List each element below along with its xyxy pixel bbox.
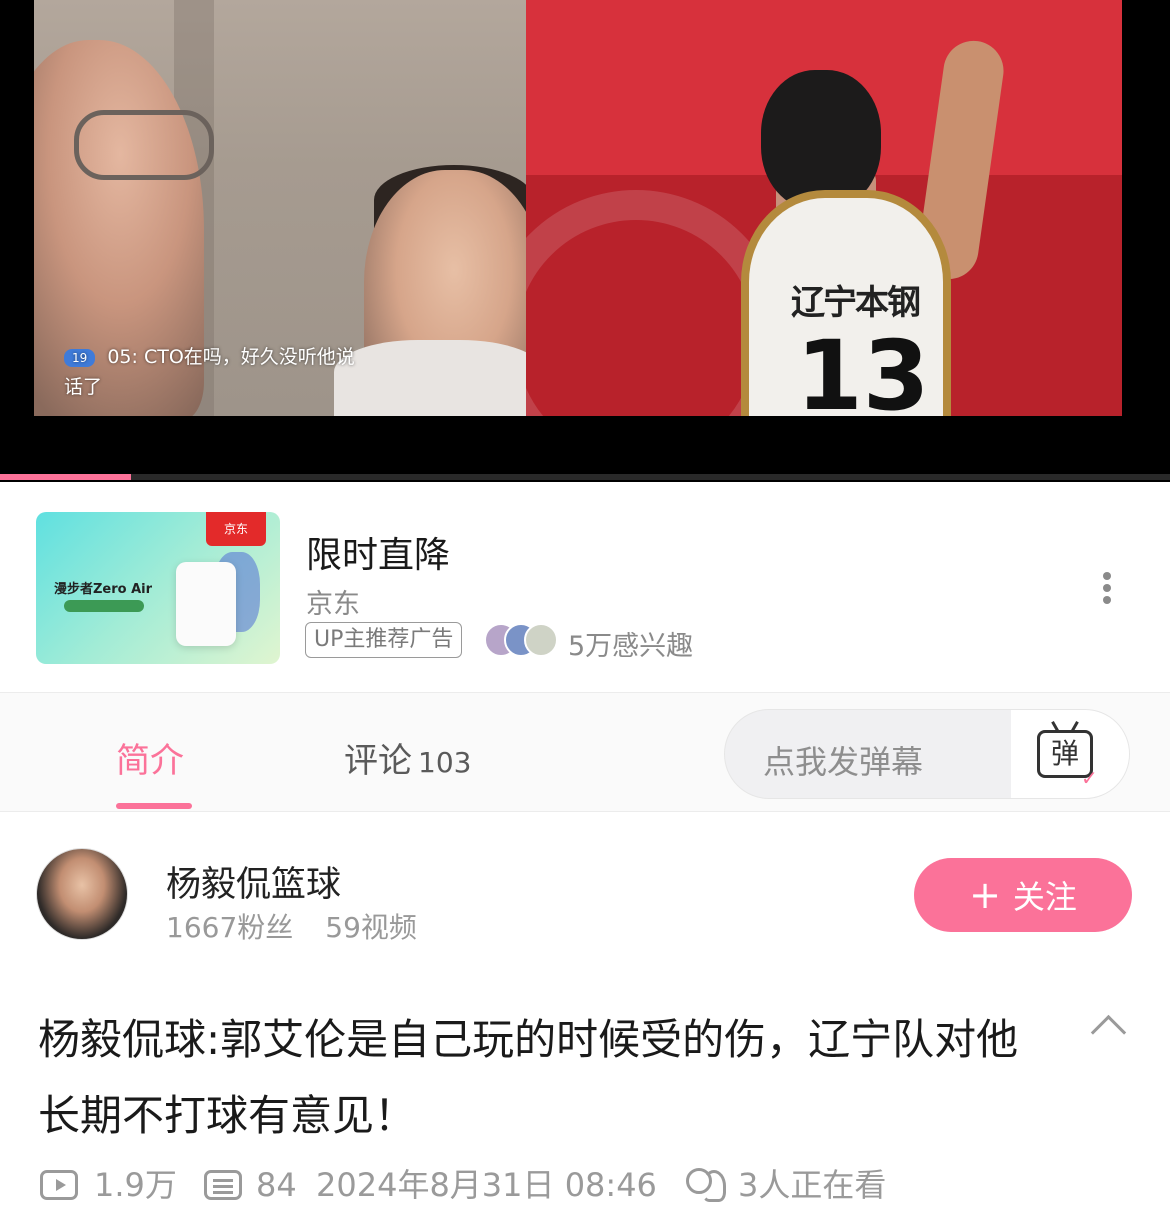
ad-thumb-product: 漫步者Zero Air — [54, 582, 153, 597]
danmu-user: 05: — [101, 346, 138, 368]
tab-active-indicator — [116, 803, 192, 809]
meta-fade-overlay — [880, 1150, 1170, 1214]
ad-interest-count: 5万感兴趣 — [568, 631, 694, 662]
danmu-text-line1: CTO在吗，好久没听他说 — [143, 346, 355, 368]
ad-interest-avatars — [484, 623, 560, 657]
chevron-up-icon[interactable] — [1088, 1012, 1128, 1042]
video-right-pane: 辽宁本钢 13 — [526, 0, 1122, 416]
more-vertical-icon[interactable] — [1090, 568, 1124, 608]
danmu-overlay: 19 05: CTO在吗，好久没听他说 话了 — [64, 342, 474, 402]
glasses — [74, 110, 214, 180]
dot — [1103, 572, 1111, 580]
play-count-icon — [40, 1170, 78, 1200]
author-videos: 59视频 — [325, 911, 417, 944]
viewers-icon — [684, 1166, 728, 1202]
ad-card[interactable]: 京东 漫步者Zero Air 限时直降 京东 UP主推荐广告 5万感兴趣 — [0, 482, 1170, 692]
author-stats: 1667粉丝 59视频 — [166, 906, 417, 946]
plus-icon: + — [969, 873, 1001, 917]
tab-comments-count: 103 — [418, 746, 472, 779]
tab-intro[interactable]: 简介 — [116, 733, 184, 782]
play-count: 1.9万 — [94, 1166, 177, 1204]
video-player[interactable]: 19 05: CTO在吗，好久没听他说 话了 辽宁本钢 13 — [0, 0, 1170, 482]
ad-thumb-pill — [64, 600, 144, 612]
danmu-input[interactable]: 点我发弹幕 弹 ✓ — [724, 709, 1130, 799]
danmu-count: 84 — [256, 1166, 297, 1204]
jersey-number: 13 — [796, 320, 930, 416]
dot — [1103, 596, 1111, 604]
video-progress-fill — [0, 474, 132, 480]
tab-comments[interactable]: 评论 103 — [344, 733, 471, 782]
video-title: 杨毅侃球:郭艾伦是自己玩的时候受的伤，辽宁队对他长期不打球有意见！ — [38, 1015, 1019, 1140]
danmu-count-icon — [204, 1170, 242, 1200]
basketball-player: 辽宁本钢 13 — [701, 36, 1111, 416]
follow-label: 关注 — [1012, 878, 1077, 916]
watching-count: 3人正在看 — [738, 1166, 887, 1204]
ad-source: 京东 — [306, 589, 360, 620]
danmu-text-line2: 话了 — [64, 376, 103, 398]
follow-button[interactable]: + 关注 — [914, 858, 1132, 932]
player-head — [761, 70, 881, 210]
tab-bar: 简介 评论 103 点我发弹幕 弹 ✓ — [0, 692, 1170, 812]
danmu-level-badge: 19 — [64, 348, 96, 367]
jersey-team-text: 辽宁本钢 — [791, 283, 921, 323]
author-avatar[interactable] — [36, 848, 128, 940]
tab-comments-label: 评论 — [344, 741, 412, 781]
publish-datetime: 2024年8月31日 08:46 — [316, 1166, 657, 1204]
check-icon: ✓ — [1081, 766, 1098, 790]
dot — [1103, 584, 1111, 592]
ad-badge: UP主推荐广告 — [305, 622, 463, 658]
ad-title[interactable]: 限时直降 — [306, 526, 450, 578]
ad-thumb-tag: 京东 — [206, 512, 266, 546]
video-progress-bar[interactable] — [0, 474, 1170, 480]
earbuds-case-image — [176, 562, 236, 646]
danmu-placeholder: 点我发弹幕 — [763, 743, 924, 781]
danmu-toggle-button[interactable]: 弹 ✓ — [1011, 710, 1129, 798]
video-left-pane: 19 05: CTO在吗，好久没听他说 话了 — [34, 0, 526, 416]
avatar — [524, 623, 558, 657]
ad-thumbnail[interactable]: 京东 漫步者Zero Air — [36, 512, 280, 664]
author-name[interactable]: 杨毅侃篮球 — [166, 856, 341, 907]
author-fans: 1667粉丝 — [166, 911, 294, 944]
